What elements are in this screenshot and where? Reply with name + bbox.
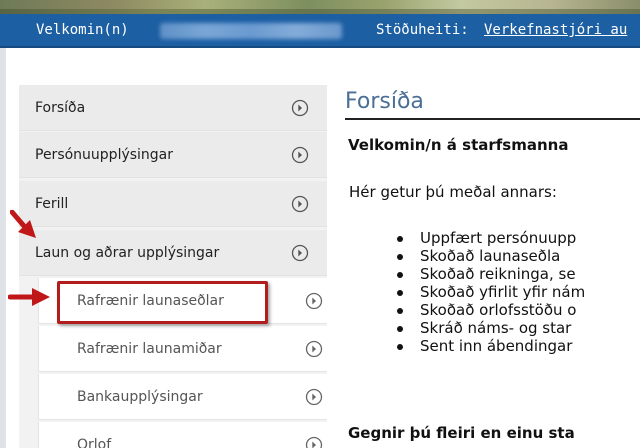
subitem-bank-info[interactable]: Bankaupplýsingar [38,374,327,420]
list-item: Skráð náms- og star [395,319,585,337]
circle-arrow-right-icon [305,388,323,406]
sidebar-nav: Forsíða Persónuupplýsingar Ferill Laun o… [19,85,327,448]
sidebar-item-home[interactable]: Forsíða [19,85,327,131]
header-banner-image [0,0,640,14]
page-title: Forsíða [345,89,640,120]
features-list: Uppfært persónuupp Skoðað launaseðla Sko… [395,229,585,355]
circle-arrow-right-icon [291,244,309,262]
list-item: Uppfært persónuupp [395,229,585,247]
sidebar-item-label: Persónuupplýsingar [35,147,174,163]
annotation-highlight-box [57,281,268,324]
multi-role-heading: Gegnir þú fleiri en einu sta [348,424,575,442]
position-link[interactable]: Verkefnastjóri au [484,22,627,38]
intro-text: Hér getur þú meðal annars: [349,183,557,201]
welcome-label: Velkomin(n) [36,22,129,38]
subitem-electronic-wage-slips[interactable]: Rafrænir launamiðar [38,326,327,372]
top-bar: Velkomin(n) Stöðuheiti: Verkefnastjóri a… [0,14,640,48]
main-content: Forsíða Velkomin/n á starfsmanna Hér get… [345,85,640,448]
circle-arrow-right-icon [291,195,309,213]
circle-arrow-right-icon [305,340,323,358]
subitem-label: Bankaupplýsingar [77,389,203,405]
subitem-label: Rafrænir launamiðar [77,341,222,357]
subitem-label: Orlof [77,437,112,448]
page-edge [0,48,6,448]
list-item: Skoðað reikninga, se [395,265,585,283]
circle-arrow-right-icon [291,99,309,117]
circle-arrow-right-icon [305,436,323,448]
sidebar-item-salary-and-info[interactable]: Laun og aðrar upplýsingar [19,230,327,276]
list-item: Sent inn ábendingar [395,337,585,355]
annotation-arrow-icon [8,288,50,306]
sidebar-item-label: Laun og aðrar upplýsingar [35,245,220,261]
position-label: Stöðuheiti: [376,22,469,38]
subitem-leave[interactable]: Orlof [38,422,327,448]
circle-arrow-right-icon [291,146,309,164]
sidebar-item-label: Forsíða [35,100,86,116]
redacted-user-name [160,23,342,39]
welcome-heading: Velkomin/n á starfsmanna [348,136,569,154]
sidebar-item-personal-info[interactable]: Persónuupplýsingar [19,132,327,178]
list-item: Skoðað launaseðla [395,247,585,265]
annotation-arrow-icon [10,210,36,238]
circle-arrow-right-icon [305,292,323,310]
list-item: Skoðað yfirlit yfir nám [395,283,585,301]
list-item: Skoðað orlofsstöðu o [395,301,585,319]
sidebar-item-career[interactable]: Ferill [19,181,327,227]
